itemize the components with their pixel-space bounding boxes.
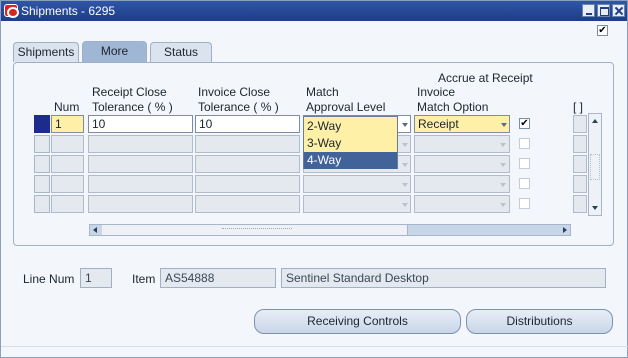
dropdown-option-4-way[interactable]: 4-Way	[304, 152, 397, 169]
chevron-down-icon[interactable]	[497, 136, 509, 152]
row-selector[interactable]	[34, 135, 50, 153]
tab-shipments[interactable]: Shipments	[13, 42, 79, 62]
item-label: Item	[132, 272, 156, 286]
invoice-match-select[interactable]	[414, 135, 510, 153]
receipt-tolerance-field[interactable]	[88, 195, 193, 213]
match-approval-select[interactable]	[303, 195, 411, 213]
chevron-down-icon[interactable]	[498, 116, 510, 132]
match-approval-dropdown-list: 2-Way 3-Way 4-Way	[303, 116, 398, 169]
col-header-num: Num	[54, 100, 80, 114]
accrue-checkbox[interactable]	[519, 178, 530, 189]
horizontal-scrollbar[interactable]	[89, 224, 571, 236]
col-header-invoice-close-line1: Invoice Close	[198, 85, 271, 99]
col-header-receipt-close-line2: Tolerance ( % )	[92, 100, 173, 114]
accrue-checkbox[interactable]: ✔	[519, 118, 530, 129]
row-extra-field[interactable]	[573, 195, 587, 213]
invoice-match-select[interactable]: Receipt	[414, 115, 510, 133]
top-checkbox[interactable]: ✔	[597, 25, 608, 36]
col-header-invoice-close-line2: Tolerance ( % )	[198, 100, 279, 114]
scroll-left-icon[interactable]	[90, 225, 100, 235]
receipt-tolerance-field[interactable]	[88, 135, 193, 153]
shipments-window: Shipments - 6295 ✔ Shipments More Status…	[0, 0, 628, 358]
num-field[interactable]	[51, 175, 84, 193]
row-extra-field[interactable]	[573, 135, 587, 153]
scroll-down-icon[interactable]	[589, 202, 601, 214]
item-description-field[interactable]: Sentinel Standard Desktop	[281, 268, 606, 288]
chevron-down-icon[interactable]	[497, 176, 509, 192]
invoice-tolerance-field[interactable]	[195, 135, 300, 153]
minimize-icon[interactable]	[582, 4, 595, 17]
scroll-up-icon[interactable]	[589, 115, 601, 127]
num-field[interactable]	[51, 195, 84, 213]
maximize-icon[interactable]	[597, 4, 610, 17]
accrue-checkbox[interactable]	[519, 138, 530, 149]
line-num-field[interactable]: 1	[80, 268, 112, 288]
oracle-icon	[4, 4, 19, 18]
scroll-thumb[interactable]	[102, 225, 408, 235]
invoice-match-select[interactable]	[414, 175, 510, 193]
match-approval-select[interactable]	[303, 175, 411, 193]
accrue-checkbox[interactable]	[519, 198, 530, 209]
receiving-controls-button[interactable]: Receiving Controls	[254, 309, 461, 334]
col-header-accrue: Accrue at Receipt	[438, 71, 533, 85]
row-selector[interactable]	[34, 175, 50, 193]
row-selector-current[interactable]	[34, 115, 50, 133]
tab-more[interactable]: More	[82, 41, 147, 63]
row-extra-field[interactable]	[573, 115, 587, 133]
col-header-match-line1: Match	[306, 85, 339, 99]
distributions-button[interactable]: Distributions	[466, 309, 613, 334]
chevron-down-icon[interactable]	[399, 176, 410, 192]
receipt-tolerance-field[interactable]	[88, 155, 193, 173]
row-extra-field[interactable]	[573, 175, 587, 193]
dropdown-option-2-way[interactable]: 2-Way	[304, 118, 397, 135]
scroll-thumb[interactable]	[590, 154, 600, 180]
invoice-tolerance-field[interactable]: 10	[195, 115, 300, 133]
invoice-tolerance-field[interactable]	[195, 195, 300, 213]
row-selector[interactable]	[34, 195, 50, 213]
col-header-match-line2: Approval Level	[306, 100, 386, 114]
receipt-tolerance-field[interactable]	[88, 175, 193, 193]
invoice-match-select[interactable]	[414, 195, 510, 213]
close-icon[interactable]	[612, 4, 625, 17]
receipt-tolerance-field[interactable]: 10	[88, 115, 193, 133]
tab-status[interactable]: Status	[150, 42, 212, 62]
chevron-down-icon[interactable]	[497, 196, 509, 212]
invoice-tolerance-field[interactable]	[195, 155, 300, 173]
chevron-down-icon[interactable]	[399, 116, 410, 132]
vertical-scrollbar[interactable]	[588, 113, 602, 216]
num-field[interactable]	[51, 135, 84, 153]
item-field[interactable]: AS54888	[160, 268, 276, 288]
bottom-divider	[1, 346, 628, 347]
num-field[interactable]	[51, 155, 84, 173]
col-header-invoice-match-line2: Match Option	[417, 100, 489, 114]
col-header-invoice-match-line1: Invoice	[417, 85, 456, 99]
chevron-down-icon[interactable]	[399, 156, 410, 172]
invoice-match-select[interactable]	[414, 155, 510, 173]
chevron-down-icon[interactable]	[399, 136, 410, 152]
num-field[interactable]: 1	[51, 115, 84, 133]
window-title: Shipments - 6295	[21, 4, 116, 18]
accrue-checkbox[interactable]	[519, 158, 530, 169]
chevron-down-icon[interactable]	[497, 156, 509, 172]
row-selector[interactable]	[34, 155, 50, 173]
col-header-receipt-close-line1: Receipt Close	[92, 85, 167, 99]
folder-tools-button[interactable]: [ ]	[573, 100, 583, 115]
chevron-down-icon[interactable]	[399, 196, 410, 212]
line-num-label: Line Num	[23, 272, 75, 286]
row-extra-field[interactable]	[573, 155, 587, 173]
scroll-right-icon[interactable]	[560, 225, 570, 235]
invoice-tolerance-field[interactable]	[195, 175, 300, 193]
dropdown-option-3-way[interactable]: 3-Way	[304, 135, 397, 152]
title-bar: Shipments - 6295	[1, 1, 627, 21]
